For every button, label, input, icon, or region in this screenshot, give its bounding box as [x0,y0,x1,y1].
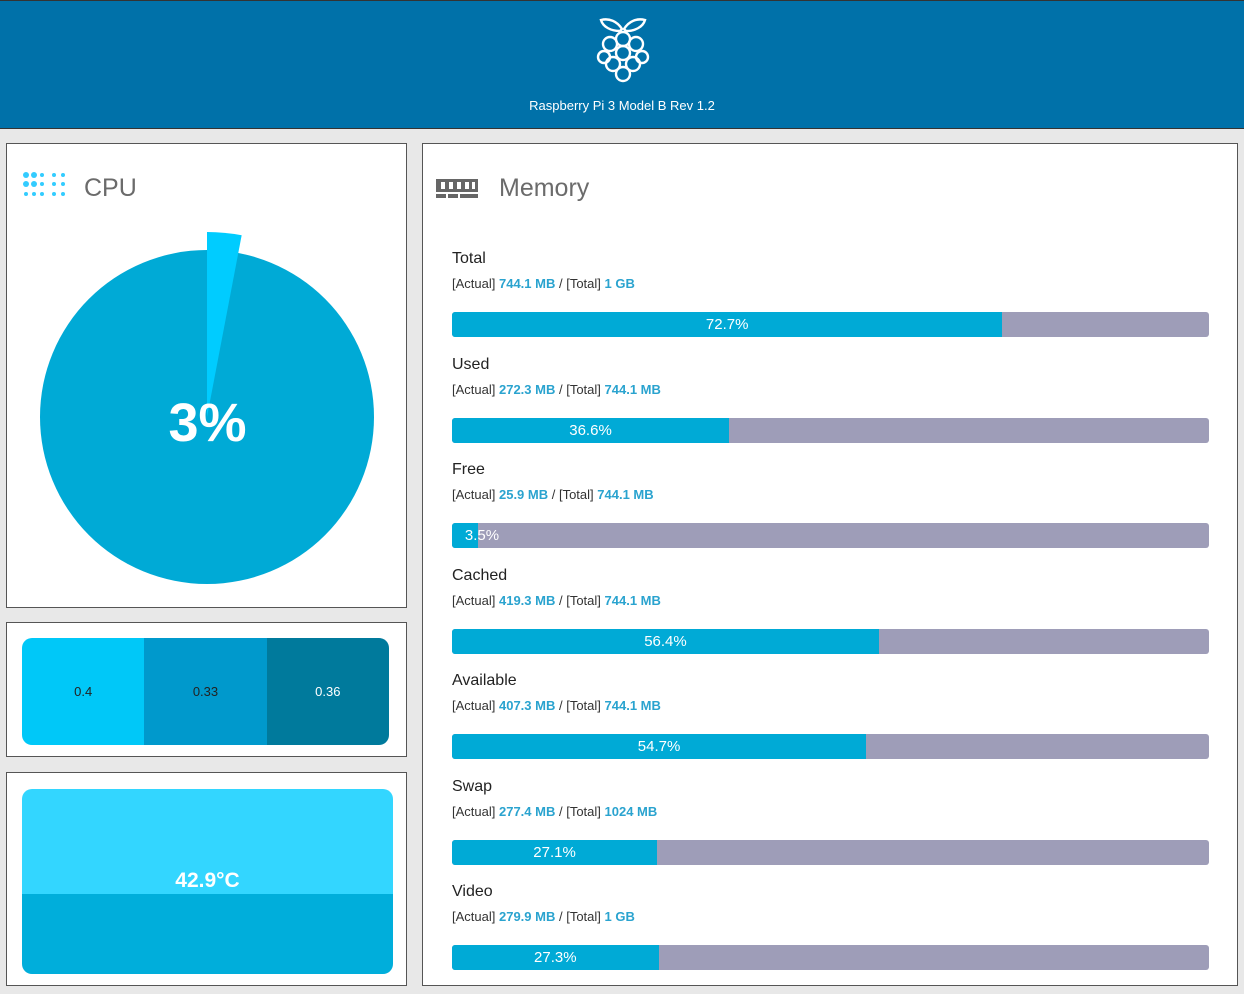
cpu-icon [23,172,65,196]
separator: / [555,803,567,819]
memory-icon [436,179,478,198]
memory-progress-bar: 3.5% [452,523,1209,548]
temperature-panel: 42.9°C [6,772,407,986]
separator: / [555,381,567,397]
total-tag: [Total] [558,487,594,502]
temperature-gauge: 42.9°C [22,789,393,974]
memory-progress-bar: 27.1% [452,839,1209,865]
separator: / [555,909,567,924]
load-15min: 0.36 [266,638,389,745]
temperature-gauge-fill [22,894,393,974]
memory-item-detail: [Actual] 744.1 MB / [Total] 1 GB [452,276,1209,291]
memory-percent-label: 27.3% [534,949,577,966]
separator: / [555,698,567,713]
separator: / [555,592,567,608]
actual-value: 25.9 MB [498,487,549,502]
cpu-panel: CPU 3% [6,143,407,608]
total-value: 744.1 MB [604,592,661,608]
actual-tag: [Actual] [452,381,496,397]
separator: / [555,276,567,291]
total-tag: [Total] [566,698,601,713]
memory-item: Free [Actual] 25.9 MB / [Total] 744.1 MB 3… [452,461,1209,548]
device-title: Raspberry Pi 3 Model B Rev 1.2 [529,98,715,113]
cpu-title: CPU [84,174,137,202]
memory-item-detail: [Actual] 407.3 MB / [Total] 744.1 MB [452,698,1209,713]
memory-progress-bar: 36.6% [452,417,1209,443]
memory-item: Video [Actual] 279.9 MB / [Total] 1 GB 27.… [452,883,1209,970]
memory-item-name: Swap [452,777,493,795]
memory-percent-label: 72.7% [705,316,749,333]
total-tag: [Total] [566,381,601,397]
total-value: 744.1 MB [597,487,654,502]
actual-value: 744.1 MB [498,276,556,291]
header: Raspberry Pi 3 Model B Rev 1.2 [0,0,1244,129]
separator: / [548,487,559,502]
total-tag: [Total] [566,592,601,608]
memory-percent-label: 56.4% [644,632,687,650]
actual-value: 277.4 MB [498,803,556,819]
memory-item-detail: [Actual] 279.9 MB / [Total] 1 GB [452,909,1209,924]
actual-tag: [Actual] [452,487,496,502]
actual-value: 407.3 MB [498,698,556,713]
memory-percent-label: 36.6% [569,421,612,439]
actual-value: 419.3 MB [498,592,556,608]
memory-item-name: Total [452,250,486,267]
memory-item-name: Free [452,461,485,478]
total-value: 744.1 MB [604,698,661,713]
memory-item-detail: [Actual] 25.9 MB / [Total] 744.1 MB [452,487,1209,502]
memory-item: Total [Actual] 744.1 MB / [Total] 1 GB 72.… [452,250,1209,337]
total-value: 1024 MB [604,803,658,819]
memory-item-name: Cached [452,566,508,584]
total-value: 744.1 MB [604,381,661,397]
memory-item: Cached [Actual] 419.3 MB / [Total] 744.1 … [452,566,1209,654]
memory-progress-bar: 27.3% [452,945,1209,970]
actual-tag: [Actual] [452,909,496,924]
memory-item-detail: [Actual] 277.4 MB / [Total] 1024 MB [452,804,1209,819]
memory-progress-bar: 56.4% [452,628,1209,654]
temperature-value: 42.9°C [175,869,240,892]
memory-panel: Memory Total [Actual] 744.1 MB / [Total] … [422,143,1238,986]
memory-item-name: Used [452,355,490,373]
load-average-bar: 0.4 0.33 0.36 [22,638,389,745]
total-value: 1 GB [604,909,635,924]
actual-tag: [Actual] [452,698,496,713]
actual-tag: [Actual] [452,803,496,819]
memory-item: Used [Actual] 272.3 MB / [Total] 744.1 MB… [452,355,1209,443]
load-panel: 0.4 0.33 0.36 [6,622,407,757]
memory-percent-label: 3.5% [464,527,500,544]
load-1min: 0.4 [22,638,145,745]
actual-tag: [Actual] [452,592,496,608]
memory-progress-bar: 72.7% [452,312,1209,337]
memory-item-name: Video [452,883,493,900]
total-tag: [Total] [566,803,601,819]
raspberry-logo-icon [596,18,650,83]
memory-percent-label: 54.7% [637,738,681,755]
memory-item-detail: [Actual] 419.3 MB / [Total] 744.1 MB [452,593,1209,608]
memory-item-name: Available [452,672,517,689]
memory-item: Available [Actual] 407.3 MB / [Total] 744… [452,672,1209,759]
actual-value: 272.3 MB [498,381,556,397]
actual-value: 279.9 MB [498,909,556,924]
actual-tag: [Actual] [452,276,496,291]
memory-title: Memory [499,174,590,202]
total-value: 1 GB [604,276,635,291]
memory-item-detail: [Actual] 272.3 MB / [Total] 744.1 MB [452,382,1209,397]
memory-item: Swap [Actual] 277.4 MB / [Total] 1024 MB 2… [452,777,1209,865]
load-5min: 0.33 [144,638,267,745]
total-tag: [Total] [566,276,601,291]
memory-progress-bar: 54.7% [452,734,1209,759]
cpu-usage-label: 3% [168,393,247,453]
total-tag: [Total] [566,909,601,924]
memory-percent-label: 27.1% [533,843,576,861]
